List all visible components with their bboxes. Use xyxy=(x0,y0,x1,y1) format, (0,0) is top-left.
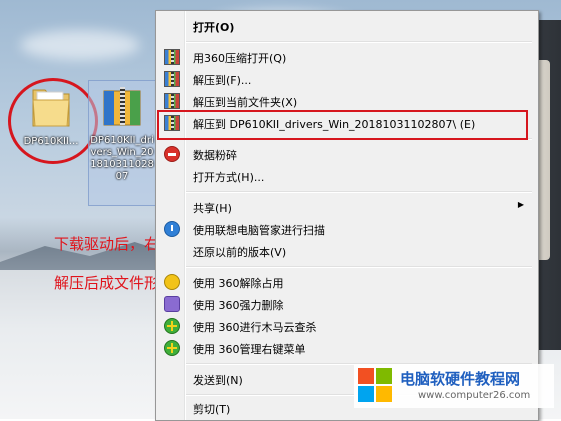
watermark-url: www.computer26.com xyxy=(418,390,531,401)
menu-separator xyxy=(186,41,532,43)
360-delete-icon xyxy=(164,296,180,312)
360-manage-icon xyxy=(164,340,180,356)
shred-icon-bar xyxy=(168,153,176,156)
360-unlock-icon xyxy=(164,274,180,290)
menu-item-label: 发送到(N) xyxy=(193,374,243,387)
menu-item-open-360[interactable]: 用360压缩打开(Q) xyxy=(158,46,534,68)
menu-item-label: 打开方式(H)... xyxy=(193,171,265,184)
lenovo-icon xyxy=(164,221,180,237)
menu-item-label: 使用 360解除占用 xyxy=(193,277,284,290)
windows-logo-tile-green xyxy=(376,368,392,384)
menu-item-open[interactable]: 打开(O) xyxy=(158,15,534,37)
menu-item-label: 使用 360管理右键菜单 xyxy=(193,343,306,356)
360-scan-icon xyxy=(164,318,180,334)
menu-item-label: 还原以前的版本(V) xyxy=(193,246,287,259)
windows-logo-icon xyxy=(358,368,394,404)
watermark-title: 电脑软硬件教程网 xyxy=(400,370,521,388)
lenovo-icon-mark xyxy=(171,225,173,231)
menu-item-open-with[interactable]: 打开方式(H)... xyxy=(158,165,534,187)
menu-item-label: 使用联想电脑管家进行扫描 xyxy=(193,224,325,237)
menu-item-shred[interactable]: 数据粉碎 xyxy=(158,143,534,165)
menu-item-label: 用360压缩打开(Q) xyxy=(193,52,287,65)
annotation-highlight-box xyxy=(157,110,528,140)
submenu-arrow-icon: ▶ xyxy=(517,200,524,209)
menu-item-extract-to[interactable]: 解压到(F)... xyxy=(158,68,534,90)
menu-item-label: 解压到当前文件夹(X) xyxy=(193,96,298,109)
cloud xyxy=(20,30,140,60)
archive-icon xyxy=(164,93,180,109)
menu-item-360-manage-menu[interactable]: 使用 360管理右键菜单 xyxy=(158,337,534,359)
context-menu: 打开(O) 用360压缩打开(Q) 解压到(F)... 解压到当前文件夹(X) … xyxy=(155,10,539,421)
menu-item-share[interactable]: 共享(H) ▶ xyxy=(158,196,534,218)
archive-icon xyxy=(103,87,141,126)
menu-item-360-trojan-scan[interactable]: 使用 360进行木马云查杀 xyxy=(158,315,534,337)
menu-item-360-unlock[interactable]: 使用 360解除占用 xyxy=(158,271,534,293)
shred-icon xyxy=(164,146,180,162)
annotation-circle xyxy=(8,78,98,164)
archive-icon xyxy=(164,71,180,87)
archive-icon xyxy=(164,49,180,65)
menu-separator xyxy=(186,266,532,268)
menu-item-label: 解压到(F)... xyxy=(193,74,252,87)
menu-item-360-force-delete[interactable]: 使用 360强力删除 xyxy=(158,293,534,315)
menu-item-lenovo-scan[interactable]: 使用联想电脑管家进行扫描 xyxy=(158,218,534,240)
windows-logo-tile-blue xyxy=(358,386,374,402)
360-manage-icon-mark-h xyxy=(167,347,177,349)
watermark: 电脑软硬件教程网 www.computer26.com xyxy=(354,364,554,408)
menu-separator xyxy=(186,191,532,193)
menu-item-label: 数据粉碎 xyxy=(193,149,237,162)
menu-item-label: 剪切(T) xyxy=(193,403,231,416)
archive-icon-label: DP610KII_drivers_Win_20181031102807 xyxy=(90,135,154,182)
windows-logo-tile-red xyxy=(358,368,374,384)
menu-item-extract-here[interactable]: 解压到当前文件夹(X) xyxy=(158,90,534,112)
menu-item-label: 打开(O) xyxy=(193,21,235,34)
desktop-icon-archive[interactable]: DP610KII_drivers_Win_20181031102807 xyxy=(88,80,156,206)
menu-item-label: 共享(H) xyxy=(193,202,232,215)
windows-logo-tile-yellow xyxy=(376,386,392,402)
menu-item-restore-previous[interactable]: 还原以前的版本(V) xyxy=(158,240,534,262)
menu-item-label: 使用 360强力删除 xyxy=(193,299,284,312)
360-scan-icon-mark-h xyxy=(167,325,177,327)
menu-item-label: 使用 360进行木马云查杀 xyxy=(193,321,317,334)
